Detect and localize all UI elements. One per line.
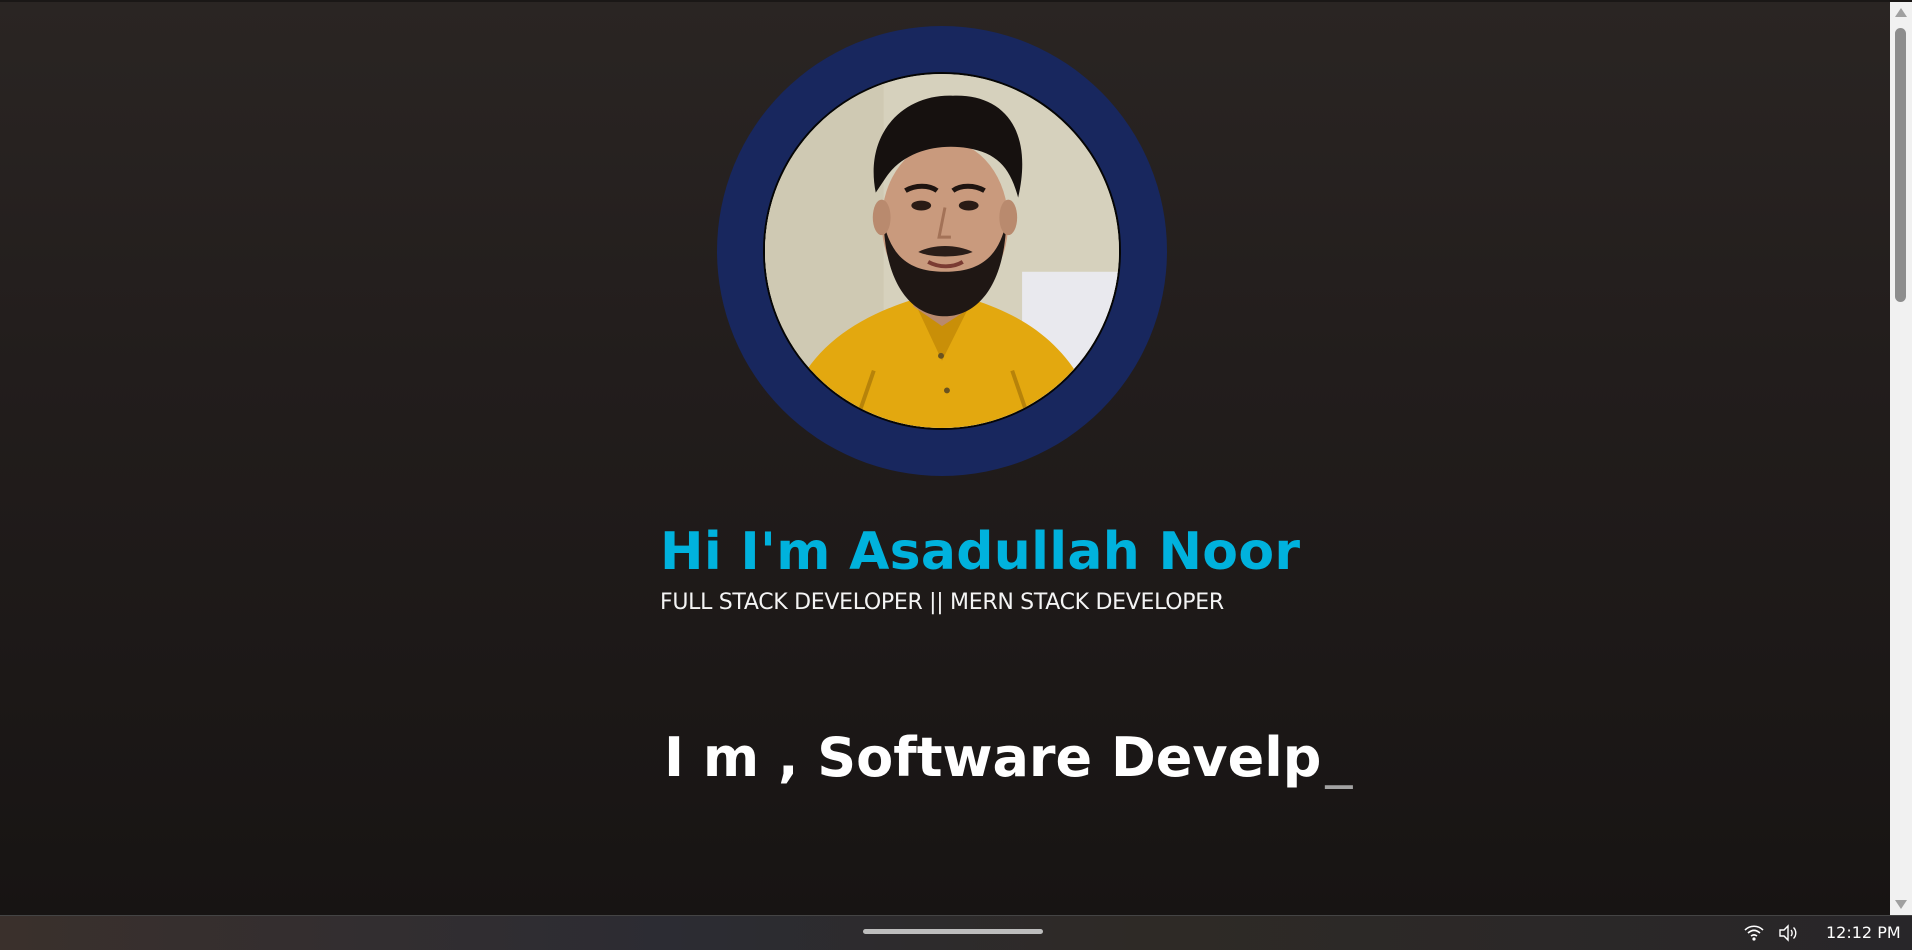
taskbar: 12:12 PM	[0, 915, 1912, 950]
wifi-icon[interactable]	[1744, 924, 1764, 942]
page-viewport: Hi I'm Asadullah Noor FULL STACK DEVELOP…	[0, 2, 1890, 915]
hero-name-heading: Hi I'm Asadullah Noor	[660, 522, 1301, 582]
avatar	[763, 72, 1121, 430]
scroll-thumb[interactable]	[1895, 28, 1906, 302]
home-handle[interactable]	[863, 929, 1043, 934]
vertical-scrollbar[interactable]	[1890, 2, 1912, 915]
profile-photo-icon	[765, 74, 1119, 428]
taskbar-clock[interactable]: 12:12 PM	[1826, 923, 1901, 942]
volume-icon[interactable]	[1778, 924, 1798, 942]
scroll-down-arrow-icon[interactable]	[1895, 900, 1907, 909]
scroll-up-arrow-icon[interactable]	[1895, 8, 1907, 17]
typing-text: I m , Software Develp	[664, 726, 1322, 789]
hero-tagline: FULL STACK DEVELOPER || MERN STACK DEVEL…	[660, 590, 1224, 615]
typing-text-heading: I m , Software Develp_	[664, 726, 1352, 789]
typing-cursor: _	[1325, 726, 1353, 789]
